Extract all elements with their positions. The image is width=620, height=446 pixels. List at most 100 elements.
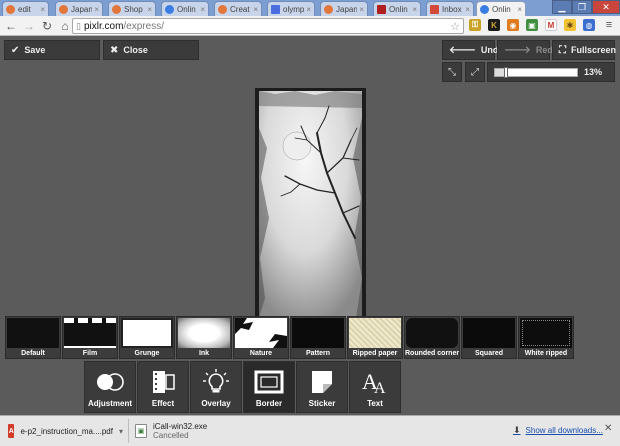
zoom-actual-button[interactable]: ⤢ bbox=[465, 62, 485, 82]
tab-7[interactable]: Onlin × bbox=[373, 1, 421, 16]
tab-8[interactable]: Inbox × bbox=[426, 1, 474, 16]
thumb-image bbox=[64, 318, 116, 348]
border-thumb-ink[interactable]: Ink bbox=[176, 316, 232, 359]
tool-label: Effect bbox=[151, 399, 175, 408]
border-thumb-grunge[interactable]: Grunge bbox=[119, 316, 175, 359]
tab-4[interactable]: Creat × bbox=[214, 1, 262, 16]
window-close-icon[interactable]: ✕ bbox=[592, 0, 620, 14]
window-minimize-icon[interactable]: ▁ bbox=[552, 0, 572, 14]
thumb-label: Rounded corner bbox=[405, 350, 460, 357]
border-thumb-rounded-corner[interactable]: Rounded corner bbox=[404, 316, 460, 359]
zoom-slider-handle[interactable] bbox=[503, 67, 508, 78]
tab-label: Onlin bbox=[389, 4, 408, 14]
tab-5[interactable]: olymp × bbox=[267, 1, 315, 16]
adjustment-icon bbox=[95, 368, 125, 396]
photo-canvas[interactable] bbox=[255, 88, 366, 318]
tab-label: edit bbox=[18, 4, 31, 14]
tool-label: Adjustment bbox=[88, 399, 132, 408]
show-all-downloads-link[interactable]: ⬇ Show all downloads... bbox=[513, 425, 603, 436]
tab-close-icon[interactable]: × bbox=[359, 5, 364, 14]
tool-label: Border bbox=[255, 399, 283, 408]
tab-favicon-icon bbox=[59, 4, 68, 14]
fullscreen-button[interactable]: ⛶ Fullscreen bbox=[552, 40, 616, 60]
bookmark-star-icon[interactable]: ☆ bbox=[450, 20, 460, 33]
border-thumb-squared[interactable]: Squared bbox=[461, 316, 517, 359]
tab-9-active[interactable]: Onlin × bbox=[476, 1, 526, 16]
back-icon[interactable]: ← bbox=[2, 17, 20, 35]
thumb-image bbox=[349, 318, 401, 348]
tab-close-icon[interactable]: × bbox=[147, 5, 152, 14]
close-icon: ✖ bbox=[110, 44, 119, 56]
tab-close-icon[interactable]: × bbox=[253, 5, 258, 14]
download-status: Cancelled bbox=[153, 431, 189, 440]
tab-3[interactable]: Onlin × bbox=[161, 1, 209, 16]
tab-close-icon[interactable]: × bbox=[517, 5, 522, 14]
tab-favicon-icon bbox=[324, 4, 333, 14]
forward-icon[interactable]: → bbox=[20, 17, 38, 35]
tab-favicon-icon bbox=[271, 4, 280, 14]
tab-label: Onlin bbox=[177, 4, 196, 14]
thumb-label: Ink bbox=[198, 350, 210, 357]
border-thumb-pattern[interactable]: Pattern bbox=[290, 316, 346, 359]
tool-label: Overlay bbox=[201, 399, 231, 408]
download-item-pdf[interactable]: A e-p2_instruction_ma....pdf ▾ bbox=[8, 419, 123, 443]
redo-button[interactable]: 🡒 Redo bbox=[497, 40, 558, 60]
tab-close-icon[interactable]: × bbox=[306, 5, 311, 14]
browser-toolbar: ← → ↻ ⌂ ▯ pixlr.com/express/ ☆ ⚿ K ◉ ▣ M… bbox=[0, 16, 620, 36]
lightbulb-icon bbox=[201, 368, 231, 396]
border-thumb-ripped-paper[interactable]: Ripped paper bbox=[347, 316, 403, 359]
thumb-label: Nature bbox=[249, 350, 273, 357]
border-thumb-default[interactable]: Default bbox=[5, 316, 61, 359]
download-menu-arrow-icon[interactable]: ▾ bbox=[119, 427, 123, 436]
tab-label: Japan bbox=[71, 4, 93, 14]
text-icon: AA bbox=[360, 368, 390, 396]
extension-rss-icon[interactable]: ◉ bbox=[507, 19, 519, 31]
border-thumb-nature[interactable]: Nature bbox=[233, 316, 289, 359]
menu-icon[interactable]: ≡ bbox=[603, 19, 615, 31]
tab-6[interactable]: Japan × bbox=[320, 1, 368, 16]
zoom-control: 13% bbox=[487, 62, 615, 82]
extension-lock-icon[interactable]: ⚿ bbox=[469, 19, 481, 31]
zoom-fit-button[interactable]: ⤡ bbox=[442, 62, 462, 82]
extension-gmail-icon[interactable]: M bbox=[545, 19, 557, 31]
tab-2[interactable]: Shop × bbox=[108, 1, 156, 16]
address-bar[interactable]: ▯ pixlr.com/express/ ☆ bbox=[72, 18, 464, 34]
close-label: Close bbox=[123, 45, 148, 55]
thumb-image bbox=[178, 318, 230, 348]
tab-1[interactable]: Japan × bbox=[55, 1, 103, 16]
tool-adjustment[interactable]: Adjustment bbox=[84, 361, 136, 413]
extension-globe-icon[interactable]: ◍ bbox=[583, 19, 595, 31]
tab-close-icon[interactable]: × bbox=[465, 5, 470, 14]
close-button[interactable]: ✖ Close bbox=[103, 40, 199, 60]
reload-icon[interactable]: ↻ bbox=[38, 17, 56, 35]
save-label: Save bbox=[24, 45, 46, 55]
extension-k-icon[interactable]: K bbox=[488, 19, 500, 31]
tool-effect[interactable]: Effect bbox=[137, 361, 189, 413]
expand-icon: ⤢ bbox=[471, 66, 479, 78]
window-maximize-icon[interactable]: ❐ bbox=[572, 0, 592, 14]
thumb-label: Pattern bbox=[305, 350, 331, 357]
shelf-close-icon[interactable]: ✕ bbox=[604, 423, 612, 434]
tool-border[interactable]: Border bbox=[243, 361, 295, 413]
tab-close-icon[interactable]: × bbox=[412, 5, 417, 14]
undo-button[interactable]: 🡐 Undo bbox=[442, 40, 504, 60]
tool-overlay[interactable]: Overlay bbox=[190, 361, 242, 413]
border-thumb-film[interactable]: Film bbox=[62, 316, 118, 359]
thumb-image bbox=[121, 318, 173, 348]
thumb-image bbox=[406, 318, 458, 348]
tab-label: Japan bbox=[336, 4, 358, 14]
zoom-slider[interactable] bbox=[494, 67, 578, 78]
border-thumb-white-ripped[interactable]: White ripped bbox=[518, 316, 574, 359]
tab-close-icon[interactable]: × bbox=[200, 5, 205, 14]
tab-0[interactable]: edit × bbox=[2, 1, 49, 16]
tab-close-icon[interactable]: × bbox=[40, 5, 45, 14]
tab-close-icon[interactable]: × bbox=[94, 5, 99, 14]
tool-text[interactable]: AA Text bbox=[349, 361, 401, 413]
extension-paw-icon[interactable]: ✱ bbox=[564, 19, 576, 31]
tool-sticker[interactable]: Sticker bbox=[296, 361, 348, 413]
tab-favicon-icon bbox=[6, 4, 15, 14]
tab-label: Inbox bbox=[442, 4, 462, 14]
extension-green-icon[interactable]: ▣ bbox=[526, 19, 538, 31]
save-button[interactable]: ✔ Save bbox=[4, 40, 100, 60]
download-item-exe[interactable]: ▣ iCall-win32.exe Cancelled bbox=[128, 419, 252, 443]
